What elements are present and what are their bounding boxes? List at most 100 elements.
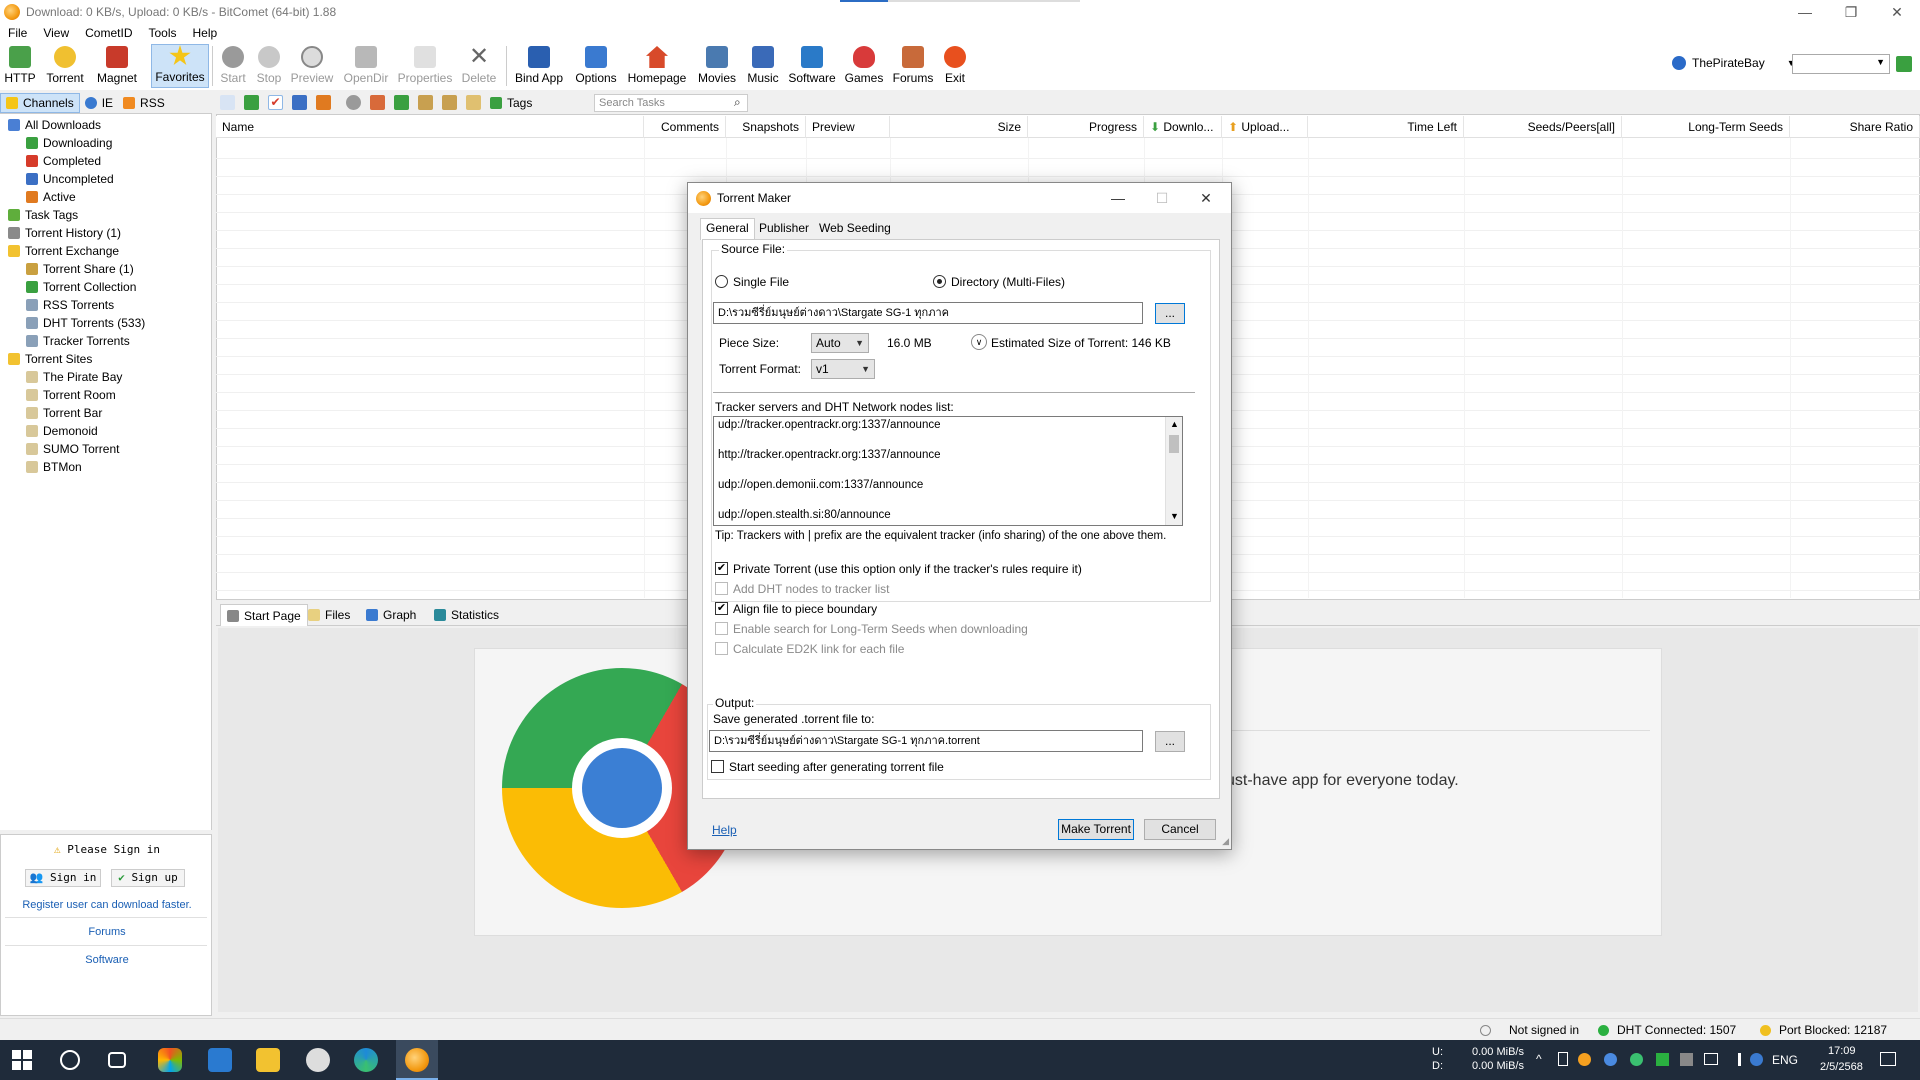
scroll-thumb[interactable]	[1169, 435, 1179, 453]
column-header[interactable]: Comments	[644, 116, 726, 138]
forums-button[interactable]: Forums	[891, 44, 935, 88]
column-header[interactable]: Snapshots	[726, 116, 806, 138]
column-header[interactable]: Progress	[1028, 116, 1144, 138]
register-link[interactable]: Register user can download faster.	[1, 899, 213, 911]
scroll-down-icon[interactable]: ▼	[1170, 511, 1179, 521]
opendir-button[interactable]: OpenDir	[343, 44, 389, 88]
tab-start-page[interactable]: Start Page	[220, 604, 308, 626]
scroll-up-icon[interactable]: ▲	[1170, 419, 1179, 429]
tab-publisher[interactable]: Publisher	[754, 219, 814, 239]
tracker-icon[interactable]	[442, 95, 457, 110]
torrent-button[interactable]: Torrent	[44, 44, 86, 88]
single-file-radio[interactable]	[715, 275, 728, 288]
tree-item[interactable]: Torrent Sites	[0, 350, 212, 368]
sign-in-button[interactable]: 👥 Sign in	[25, 869, 101, 887]
magnet-button[interactable]: Magnet	[94, 44, 140, 88]
column-header[interactable]: Seeds/Peers[all]	[1464, 116, 1622, 138]
windows-start-icon[interactable]	[12, 1050, 32, 1070]
homepage-button[interactable]: Homepage	[626, 44, 688, 88]
directory-radio[interactable]	[933, 275, 946, 288]
option-checkbox[interactable]	[715, 582, 728, 595]
column-header[interactable]: Share Ratio	[1790, 116, 1920, 138]
tree-item[interactable]: RSS Torrents	[0, 296, 212, 314]
tab-ie[interactable]: IE	[80, 93, 118, 113]
download-icon[interactable]	[244, 95, 259, 110]
store-icon[interactable]	[208, 1048, 232, 1072]
software-link[interactable]: Software	[1, 954, 213, 966]
tree-item[interactable]: Completed	[0, 152, 212, 170]
usb-icon[interactable]	[1558, 1052, 1568, 1066]
piece-size-select[interactable]: Auto ▼	[811, 333, 869, 353]
tracker-list[interactable]: udp://tracker.opentrackr.org:1337/announ…	[713, 416, 1183, 526]
source-browse-button[interactable]: ...	[1155, 303, 1185, 324]
option-checkbox[interactable]	[715, 642, 728, 655]
stop-button[interactable]: Stop	[254, 44, 284, 88]
clock-time[interactable]: 17:09	[1828, 1045, 1856, 1057]
source-path-field[interactable]: D:\รวมซีรี่ย์มนุษย์ต่างดาว\Stargate SG-1…	[713, 302, 1143, 324]
bitcomet-tray-icon[interactable]	[1578, 1053, 1591, 1066]
tree-item[interactable]: Torrent Bar	[0, 404, 212, 422]
site-search-combo[interactable]: ▼	[1792, 54, 1890, 74]
tree-item[interactable]: The Pirate Bay	[0, 368, 212, 386]
estimate-chevron-icon[interactable]: ∨	[971, 334, 987, 350]
tree-item[interactable]: Demonoid	[0, 422, 212, 440]
column-header[interactable]: ⬇ Downlo...	[1144, 116, 1222, 138]
tree-item[interactable]: Active	[0, 188, 212, 206]
history-icon[interactable]	[346, 95, 361, 110]
tree-item[interactable]: Torrent Share (1)	[0, 260, 212, 278]
bind-app-button[interactable]: Bind App	[512, 44, 566, 88]
tree-item[interactable]: BTMon	[0, 458, 212, 476]
language-indicator[interactable]: ENG	[1772, 1053, 1798, 1067]
tree-item[interactable]: Torrent Collection	[0, 278, 212, 296]
column-header[interactable]: Name	[216, 116, 644, 138]
music-button[interactable]: Music	[744, 44, 782, 88]
games-button[interactable]: Games	[844, 44, 884, 88]
output-browse-button[interactable]: ...	[1155, 731, 1185, 752]
favorites-button[interactable]: Favorites	[151, 44, 209, 88]
dialog-minimize-button[interactable]: —	[1100, 187, 1136, 209]
search-tasks-input[interactable]: Search Tasks	[594, 94, 748, 112]
tab-channels[interactable]: Channels	[0, 92, 80, 113]
tree-item[interactable]: SUMO Torrent	[0, 440, 212, 458]
tab-statistics[interactable]: Statistics	[428, 604, 505, 626]
sites-icon[interactable]	[418, 95, 433, 110]
chatgpt-icon[interactable]	[306, 1048, 330, 1072]
task-view-icon[interactable]	[108, 1052, 126, 1068]
column-header[interactable]: Preview	[806, 116, 890, 138]
tab-web-seeding[interactable]: Web Seeding	[814, 219, 896, 239]
exit-button[interactable]: Exit	[940, 44, 970, 88]
tree-item[interactable]: All Downloads	[0, 116, 212, 134]
tree-item[interactable]: Task Tags	[0, 206, 212, 224]
collection-icon[interactable]	[394, 95, 409, 110]
tray-app-icon[interactable]	[1604, 1053, 1617, 1066]
menu-help[interactable]: Help	[193, 26, 218, 40]
menu-cometid[interactable]: CometID	[85, 26, 132, 40]
option-checkbox[interactable]: ✔	[715, 562, 728, 575]
site-selector[interactable]: ThePirateBay ▼	[1672, 56, 1796, 70]
tracker-scrollbar[interactable]: ▲ ▼	[1165, 417, 1182, 525]
tray-app4-icon[interactable]	[1680, 1053, 1693, 1066]
cancel-button[interactable]: Cancel	[1144, 819, 1216, 840]
start-button[interactable]: Start	[218, 44, 248, 88]
tree-item[interactable]: DHT Torrents (533)	[0, 314, 212, 332]
tray-app5-icon[interactable]	[1750, 1053, 1763, 1066]
clock-date[interactable]: 2/5/2568	[1820, 1061, 1863, 1073]
tree-item[interactable]: Torrent Exchange	[0, 242, 212, 260]
tree-item[interactable]: Tracker Torrents	[0, 332, 212, 350]
tree-item[interactable]: Torrent Room	[0, 386, 212, 404]
tab-rss[interactable]: RSS	[118, 93, 170, 113]
maximize-button[interactable]: ❐	[1828, 0, 1874, 24]
tab-general[interactable]: General	[700, 218, 755, 240]
preview-button[interactable]: Preview	[290, 44, 334, 88]
completed-check-icon[interactable]: ✔	[268, 95, 283, 110]
tray-app2-icon[interactable]	[1630, 1053, 1643, 1066]
dialog-close-button[interactable]: ✕	[1188, 187, 1224, 209]
software-button[interactable]: Software	[786, 44, 838, 88]
options-button[interactable]: Options	[573, 44, 619, 88]
menu-file[interactable]: File	[8, 26, 27, 40]
start-seeding-checkbox[interactable]	[711, 760, 724, 773]
menu-view[interactable]: View	[43, 26, 69, 40]
tags-button[interactable]: Tags	[490, 93, 532, 113]
copilot-icon[interactable]	[158, 1048, 182, 1072]
close-button[interactable]: ✕	[1874, 0, 1920, 24]
